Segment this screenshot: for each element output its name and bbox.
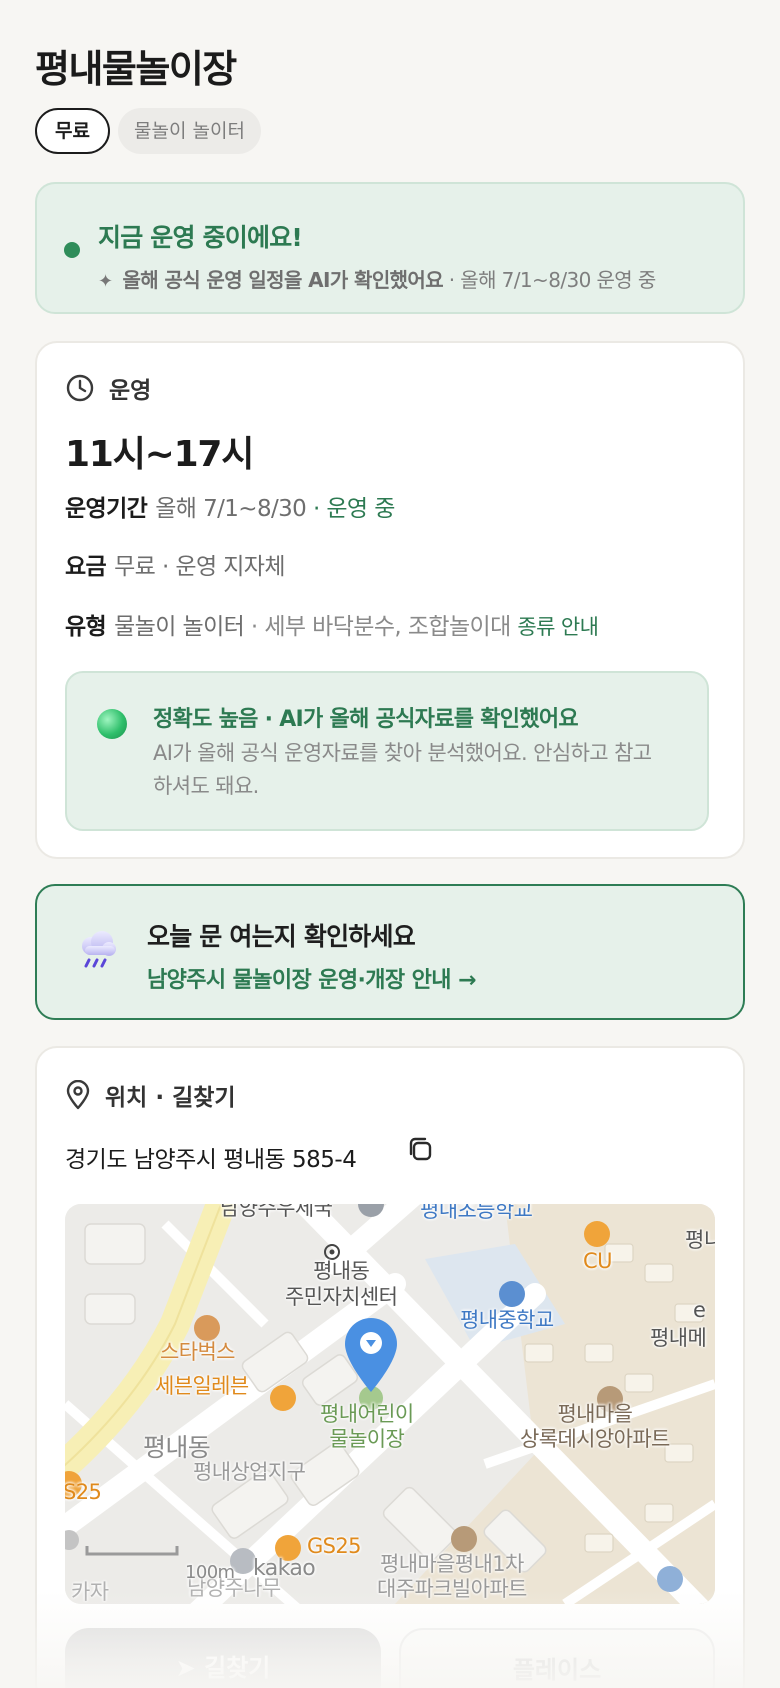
type-row: 유형 물놀이 놀이터 · 세부 바닥분수, 조합놀이대 종류 안내 [65, 607, 599, 641]
fee-row: 요금 무료 · 운영 지자체 [65, 547, 285, 581]
location-heading: 위치 · 길찾기 [105, 1085, 236, 1111]
map-label-seven-eleven: 세븐일레븐 [155, 1374, 249, 1398]
map-label-starbucks: 스타벅스 [160, 1340, 235, 1364]
map-label-pyeongnae-edge: 평내메 [650, 1326, 707, 1350]
rain-cloud-icon [82, 931, 116, 968]
status-schedule: · 올해 7/1~8/30 운영 중 [448, 268, 656, 292]
operation-header: 운영 [65, 371, 151, 405]
location-card: 위치 · 길찾기 경기도 남양주시 평내동 585-4 평내동 주민자치센터 C… [35, 1046, 745, 1688]
check-title: 오늘 문 여는지 확인하세요 [147, 922, 416, 951]
period-row: 운영기간 올해 7/1~8/30 · 운영 중 [65, 489, 395, 523]
map-view[interactable]: 평내동 주민자치센터 CU 평내중학교 평내초등학교 스타벅스 세븐일레븐 평내… [65, 1204, 715, 1604]
copy-icon[interactable] [405, 1134, 435, 1164]
map-label-playground: 평내어린이 물놀이장 [320, 1402, 414, 1451]
route-button-label: 길찾기 [204, 1654, 271, 1682]
fee-chip[interactable]: 무료 [35, 108, 110, 154]
status-subtitle: ✦ 올해 공식 운영 일정을 AI가 확인했어요 · 올해 7/1~8/30 운영… [98, 264, 656, 293]
accuracy-description: AI가 올해 공식 운영자료를 찾아 분석했어요. 안심하고 참고하셔도 돼요. [153, 741, 652, 798]
clock-icon [66, 374, 94, 402]
notice-link[interactable]: 남양주시 물놀이장 운영·개장 안내 → [147, 962, 476, 994]
map-label-community-center: 평내동 주민자치센터 [285, 1259, 398, 1309]
fee-value: 무료 · 운영 지자체 [114, 554, 285, 580]
fee-label: 요금 [65, 554, 107, 580]
map-brand: kakao [253, 1556, 316, 1581]
open-check-card[interactable]: 오늘 문 여는지 확인하세요 남양주시 물놀이장 운영·개장 안내 → [35, 884, 745, 1020]
map-label-top-right: 평니 [685, 1228, 715, 1252]
route-button[interactable]: ➤ 길찾기 [65, 1628, 381, 1688]
map-label-gs25-edge: S25 [65, 1480, 102, 1504]
address-text: 경기도 남양주시 평내동 585-4 [65, 1147, 357, 1173]
period-label: 운영기간 [65, 496, 148, 522]
map-label-e-edge: e [693, 1298, 706, 1322]
map-label-commercial: 평내상업지구 [193, 1460, 306, 1484]
map-label-cu: CU [583, 1249, 612, 1273]
map-label-apt-maeul: 평내마을 상록데시앙아파트 [520, 1402, 670, 1451]
map-label-left-bottom: 카자 [71, 1580, 109, 1604]
map-label-elem-school: 평내초등학교 [420, 1204, 533, 1222]
status-title: 지금 운영 중이에요! [98, 223, 303, 252]
operation-heading: 운영 [109, 378, 152, 404]
type-value: 물놀이 놀이터 [114, 614, 245, 640]
sparkle-icon: ✦ [98, 271, 113, 292]
type-guide-link[interactable]: 종류 안내 [517, 615, 599, 639]
status-dot [64, 242, 80, 258]
period-status: · 운영 중 [312, 496, 395, 522]
ai-note: 올해 공식 운영 일정을 AI가 확인했어요 [122, 268, 444, 292]
map-pin-icon [66, 1080, 90, 1110]
navigate-icon: ➤ [175, 1654, 205, 1682]
map-label-gs25: GS25 [307, 1534, 362, 1558]
ai-orb-icon [97, 709, 127, 739]
period-value: 올해 7/1~8/30 [155, 496, 307, 522]
map-label-post-office: 남양주우체국 [220, 1204, 333, 1220]
map-label-apt-bottom: 평내마을평내1차 대주파크빌아파트 [377, 1552, 527, 1601]
map-label-middle-school: 평내중학교 [460, 1308, 554, 1332]
operation-card: 운영 11시~17시 운영기간 올해 7/1~8/30 · 운영 중 요금 무료 ·… [35, 341, 745, 859]
operating-hours: 11시~17시 [65, 434, 254, 475]
map-scale-label: 100m [185, 1562, 235, 1583]
location-header: 위치 · 길찾기 [65, 1078, 236, 1112]
status-card: 지금 운영 중이에요! ✦ 올해 공식 운영 일정을 AI가 확인했어요 · 올해… [35, 182, 745, 314]
type-chip[interactable]: 물놀이 놀이터 [118, 108, 261, 154]
place-button[interactable]: 플레이스 [399, 1628, 715, 1688]
type-label: 유형 [65, 614, 107, 640]
page-title: 평내물놀이장 [35, 47, 237, 91]
accuracy-box: 정확도 높음 · AI가 올해 공식자료를 확인했어요 AI가 올해 공식 운영… [65, 671, 709, 831]
accuracy-title: 정확도 높음 · AI가 올해 공식자료를 확인했어요 [153, 707, 579, 732]
type-detail: · 세부 바닥분수, 조합놀이대 [250, 614, 511, 640]
